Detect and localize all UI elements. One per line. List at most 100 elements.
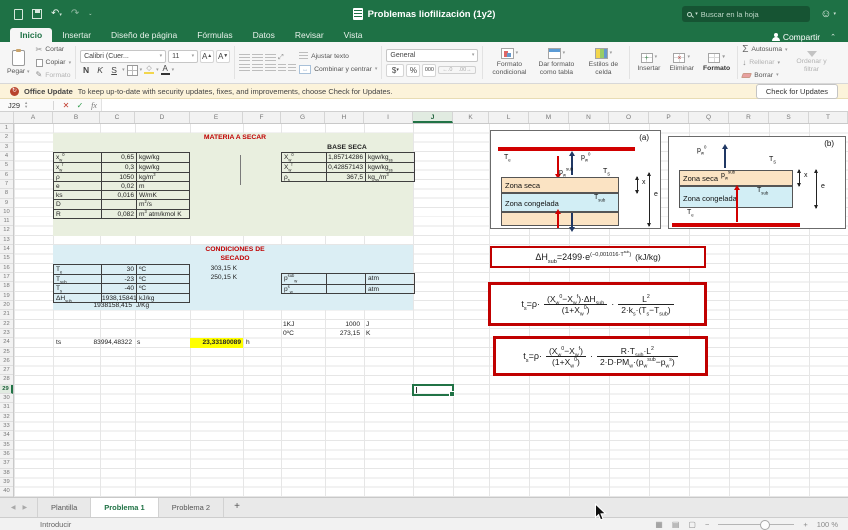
column-header[interactable]: C: [100, 112, 135, 123]
column-header[interactable]: O: [609, 112, 649, 123]
search-scope-caret-icon[interactable]: ▾: [695, 11, 698, 17]
row-header[interactable]: 38: [0, 469, 13, 478]
cell-label[interactable]: Ts: [54, 284, 101, 292]
tab-insertar[interactable]: Insertar: [52, 28, 101, 42]
selected-cell-j29[interactable]: [412, 384, 454, 396]
cell-value[interactable]: 1050: [101, 173, 136, 181]
row-header[interactable]: 8: [0, 189, 13, 198]
conditional-format-button[interactable]: ▾ Formato condicional: [487, 44, 531, 81]
row-header[interactable]: 10: [0, 208, 13, 217]
sheet-grid[interactable]: MATERIA A SECAR xw0 0,65 kgw/kg xwf 0,3 …: [0, 124, 848, 497]
row-header[interactable]: 9: [0, 199, 13, 208]
base-seca-title[interactable]: BASE SECA: [281, 143, 413, 152]
row-header[interactable]: 5: [0, 161, 13, 170]
kelvin-value[interactable]: 303,15 K: [190, 264, 237, 273]
sheet-tab-plantilla[interactable]: Plantilla: [37, 498, 91, 517]
zoom-slider[interactable]: [718, 524, 794, 525]
row-header[interactable]: 33: [0, 422, 13, 431]
sort-filter-button[interactable]: Ordenar y filtrar: [791, 44, 833, 81]
row-header[interactable]: 1: [0, 124, 13, 133]
align-top-icon[interactable]: [239, 54, 250, 62]
cell-value[interactable]: 1000: [325, 320, 364, 329]
column-header[interactable]: F: [243, 112, 281, 123]
font-size-select[interactable]: 11▾: [168, 50, 198, 63]
zoom-level[interactable]: 100 %: [817, 520, 838, 529]
cell-label[interactable]: xw0: [54, 153, 101, 162]
column-header[interactable]: H: [325, 112, 364, 123]
row-header[interactable]: 19: [0, 292, 13, 301]
align-right-icon[interactable]: [265, 64, 276, 72]
cell-value[interactable]: [326, 274, 365, 283]
joules-unit[interactable]: J/Kg: [136, 301, 149, 310]
row-header[interactable]: 30: [0, 394, 13, 403]
formula-ts-diffusion[interactable]: ts=ρ· (Xw0−Xwf) (1+Xw0) · R·Tsub·L2 2·D·…: [493, 336, 708, 376]
customize-toolbar-icon[interactable]: ⌄: [88, 11, 92, 17]
add-sheet-button[interactable]: +: [224, 498, 250, 517]
cell-unit[interactable]: kgw/kg: [136, 153, 189, 162]
row-header[interactable]: 29: [0, 385, 13, 394]
cell-value[interactable]: 273,15: [325, 329, 364, 338]
cell-value[interactable]: 0,42857143: [326, 163, 365, 171]
row-header[interactable]: 25: [0, 348, 13, 357]
ts-hours-unit[interactable]: h: [246, 338, 250, 347]
row-header[interactable]: 39: [0, 478, 13, 487]
cell-unit[interactable]: kg/m3: [136, 173, 189, 181]
row-header[interactable]: 2: [0, 133, 13, 142]
row-header[interactable]: 26: [0, 357, 13, 366]
align-middle-icon[interactable]: [252, 54, 263, 62]
row-header[interactable]: 11: [0, 217, 13, 226]
column-header[interactable]: B: [53, 112, 100, 123]
select-all-corner[interactable]: [0, 112, 14, 123]
italic-button[interactable]: K: [94, 65, 106, 75]
cell-unit[interactable]: atm: [365, 274, 414, 283]
format-painter-button[interactable]: ✎Formato: [36, 69, 72, 81]
tab-formulas[interactable]: Fórmulas: [187, 28, 242, 42]
indent-decrease-icon[interactable]: [278, 64, 286, 72]
formula-ts-conduction[interactable]: ts=ρ· (Xw0−Xwf)·ΔHsub (1+Xw0) · L2 2·ks·…: [488, 282, 707, 326]
column-header[interactable]: P: [649, 112, 689, 123]
save-icon[interactable]: [32, 9, 42, 19]
bold-button[interactable]: N: [80, 65, 92, 75]
row-header[interactable]: 36: [0, 450, 13, 459]
clear-button[interactable]: Borrar ▾: [742, 69, 787, 81]
row-header[interactable]: 16: [0, 264, 13, 273]
row-header[interactable]: 3: [0, 143, 13, 152]
sheet-tab-problema1[interactable]: Problema 1: [90, 498, 158, 517]
ts-hours-highlighted[interactable]: 23,33180089: [190, 338, 243, 347]
cell-value[interactable]: 0,082: [101, 210, 136, 218]
name-box-stepper[interactable]: ▲▼: [24, 101, 28, 109]
align-bottom-icon[interactable]: [265, 54, 276, 62]
confirm-entry-icon[interactable]: ✓: [73, 101, 87, 110]
tab-diseno[interactable]: Diseño de página: [101, 28, 187, 42]
font-color-icon[interactable]: A: [161, 65, 170, 75]
cell-label[interactable]: e: [54, 182, 101, 190]
underline-caret-icon[interactable]: ▾: [122, 67, 125, 73]
number-format-select[interactable]: General▾: [386, 49, 478, 62]
currency-format-button[interactable]: $▾: [386, 64, 404, 77]
column-header[interactable]: S: [769, 112, 809, 123]
cell-label[interactable]: psw: [282, 285, 326, 293]
cell-unit[interactable]: atm: [365, 285, 414, 293]
cell-value[interactable]: 30: [101, 265, 136, 274]
cell-value[interactable]: 0,02: [101, 182, 136, 190]
cell-styles-button[interactable]: ▾ Estilos de celda: [581, 44, 625, 81]
thousands-format-button[interactable]: 000: [422, 64, 436, 77]
page-break-view-icon[interactable]: ▢: [688, 520, 696, 529]
cell-unit[interactable]: kgw/kgss: [365, 153, 414, 162]
feedback-smiley-icon[interactable]: ☺▾: [820, 8, 836, 20]
row-header[interactable]: 18: [0, 282, 13, 291]
tab-revisar[interactable]: Revisar: [285, 28, 334, 42]
decrease-decimal-icon[interactable]: .00→: [456, 67, 475, 73]
diagram-a[interactable]: (a) Te pw0 Zona seca pwsub TS Zona conge…: [490, 130, 661, 229]
cell-unit[interactable]: kgss/m3: [365, 173, 414, 181]
row-header[interactable]: 12: [0, 226, 13, 235]
cell-value[interactable]: [101, 200, 136, 208]
cell-value[interactable]: 367,5: [326, 173, 365, 181]
cell-label[interactable]: 1KJ: [281, 320, 325, 329]
cell-value[interactable]: 0,3: [101, 163, 136, 171]
grow-font-button[interactable]: A▲: [200, 50, 214, 63]
tab-datos[interactable]: Datos: [243, 28, 285, 42]
cell-label[interactable]: xwf: [54, 163, 101, 171]
redo-icon[interactable]: ↷: [71, 9, 79, 19]
cell-unit[interactable]: J: [364, 320, 413, 329]
